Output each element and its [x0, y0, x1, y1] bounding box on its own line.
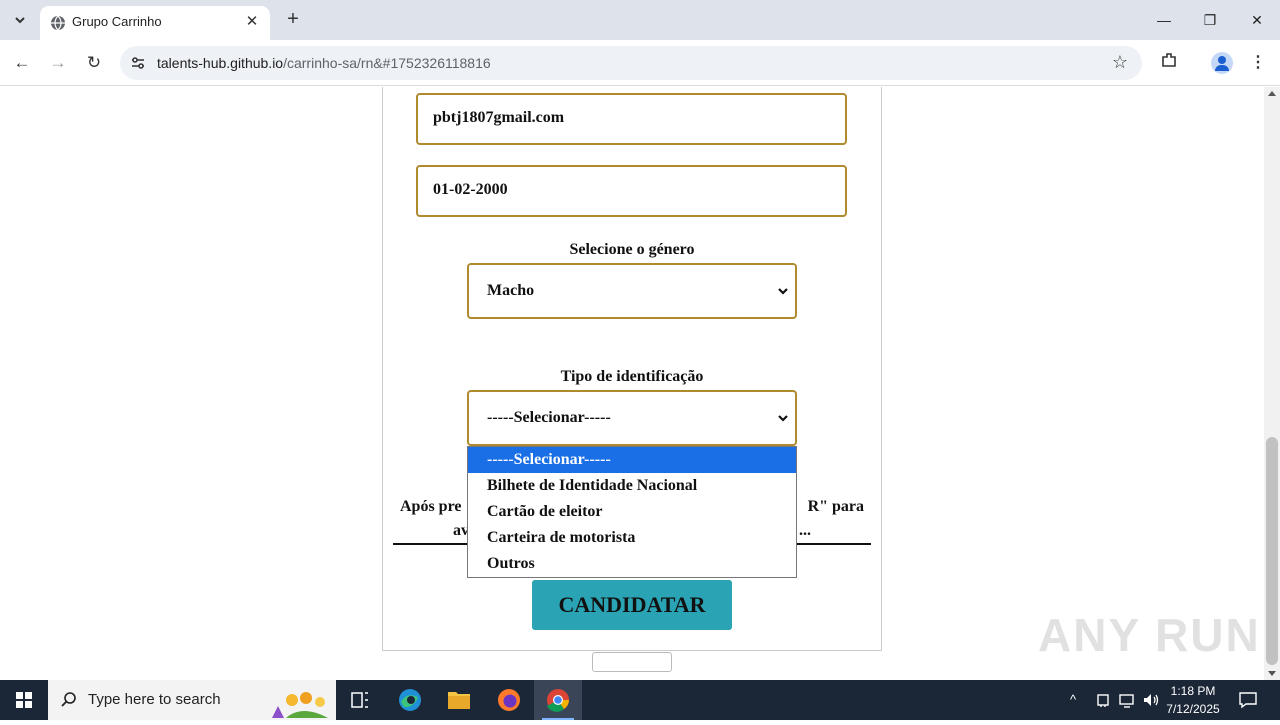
- clock-date[interactable]: 7/12/2025: [1162, 702, 1224, 716]
- scroll-up-icon[interactable]: [1268, 91, 1276, 96]
- chevron-down-icon: [778, 415, 788, 422]
- info-line1-left: Após pre: [400, 498, 462, 515]
- close-window-icon[interactable]: ✕: [1243, 8, 1271, 32]
- dropdown-option[interactable]: Carteira de motorista: [468, 525, 796, 551]
- notification-icon[interactable]: [1238, 690, 1258, 710]
- new-tab-icon[interactable]: +: [282, 9, 304, 31]
- tab-active[interactable]: Grupo Carrinho ✕: [40, 6, 270, 40]
- vertical-scrollbar[interactable]: [1264, 87, 1280, 680]
- bookmark-star-icon[interactable]: ☆: [1112, 52, 1128, 73]
- email-field[interactable]: pbtj1807gmail.com: [416, 93, 847, 145]
- browser-toolbar: ← → ↻ talents-hub.github.io/carrinho-sa/…: [0, 40, 1280, 86]
- file-explorer-icon[interactable]: [435, 680, 483, 720]
- id-type-label: Tipo de identificação: [560, 368, 704, 385]
- firefox-icon[interactable]: [485, 680, 533, 720]
- tab-strip: Grupo Carrinho ✕ + — ❐ ✕: [0, 0, 1280, 40]
- dropdown-option[interactable]: Cartão de eleitor: [468, 499, 796, 525]
- tab-title: Grupo Carrinho: [72, 14, 162, 29]
- profile-avatar-icon[interactable]: [1211, 52, 1233, 74]
- dropdown-option[interactable]: Outros: [468, 551, 796, 577]
- submit-button[interactable]: CANDIDATAR: [532, 580, 732, 630]
- back-icon[interactable]: ←: [10, 51, 34, 75]
- dropdown-option[interactable]: -----Selecionar-----: [468, 447, 796, 473]
- taskbar-search-box[interactable]: Type here to search: [48, 680, 336, 720]
- windows-taskbar: Type here to search ^ 1:18 PM 7/12/2025: [0, 680, 1280, 720]
- edge-icon[interactable]: [386, 680, 434, 720]
- gender-select-value: Macho: [487, 282, 535, 299]
- globe-icon: [51, 15, 65, 31]
- id-type-dropdown-list: -----Selecionar----- Bilhete de Identida…: [467, 446, 797, 578]
- network-tray-icon[interactable]: [1094, 691, 1112, 709]
- close-tab-icon[interactable]: ✕: [242, 12, 262, 32]
- reload-icon[interactable]: ↻: [82, 51, 106, 75]
- windows-start-icon[interactable]: [0, 680, 48, 720]
- display-tray-icon[interactable]: [1118, 691, 1136, 709]
- search-icon: [61, 692, 76, 707]
- volume-icon[interactable]: [1142, 691, 1160, 709]
- task-view-icon[interactable]: [336, 680, 384, 720]
- url-text: talents-hub.github.io/carrinho-sa/rn&#17…: [157, 55, 491, 71]
- info-line2-right: ...: [799, 522, 811, 539]
- id-type-select-value: -----Selecionar-----: [487, 409, 611, 426]
- info-line1-right: R" para: [807, 498, 864, 515]
- gender-select[interactable]: Macho: [467, 263, 797, 319]
- restore-icon[interactable]: ❐: [1196, 8, 1224, 32]
- dropdown-option[interactable]: Bilhete de Identidade Nacional: [468, 473, 796, 499]
- address-bar[interactable]: talents-hub.github.io/carrinho-sa/rn&#17…: [120, 46, 1142, 80]
- page-viewport: pbtj1807gmail.com 01-02-2000 Selecione o…: [0, 87, 1264, 680]
- tray-chevron-icon[interactable]: ^: [1070, 692, 1076, 707]
- small-button[interactable]: [592, 652, 672, 672]
- id-type-select[interactable]: -----Selecionar-----: [467, 390, 797, 446]
- forward-icon[interactable]: →: [46, 51, 70, 75]
- site-settings-icon[interactable]: [130, 55, 146, 71]
- chevron-down-icon: [778, 288, 788, 295]
- scroll-thumb[interactable]: [1266, 437, 1278, 665]
- minimize-icon[interactable]: —: [1150, 8, 1178, 32]
- watermark: ANY RUN: [1038, 609, 1261, 661]
- extensions-icon[interactable]: [1157, 51, 1181, 75]
- tab-search-icon[interactable]: [8, 8, 32, 32]
- gender-label: Selecione o género: [569, 241, 695, 258]
- clock-time[interactable]: 1:18 PM: [1162, 684, 1224, 698]
- scroll-down-icon[interactable]: [1268, 671, 1276, 676]
- chrome-icon[interactable]: [534, 680, 582, 720]
- flowers-icon: [272, 692, 328, 718]
- menu-kebab-icon[interactable]: ⋮: [1246, 51, 1270, 75]
- birthdate-field[interactable]: 01-02-2000: [416, 165, 847, 217]
- taskbar-search-placeholder: Type here to search: [88, 691, 221, 708]
